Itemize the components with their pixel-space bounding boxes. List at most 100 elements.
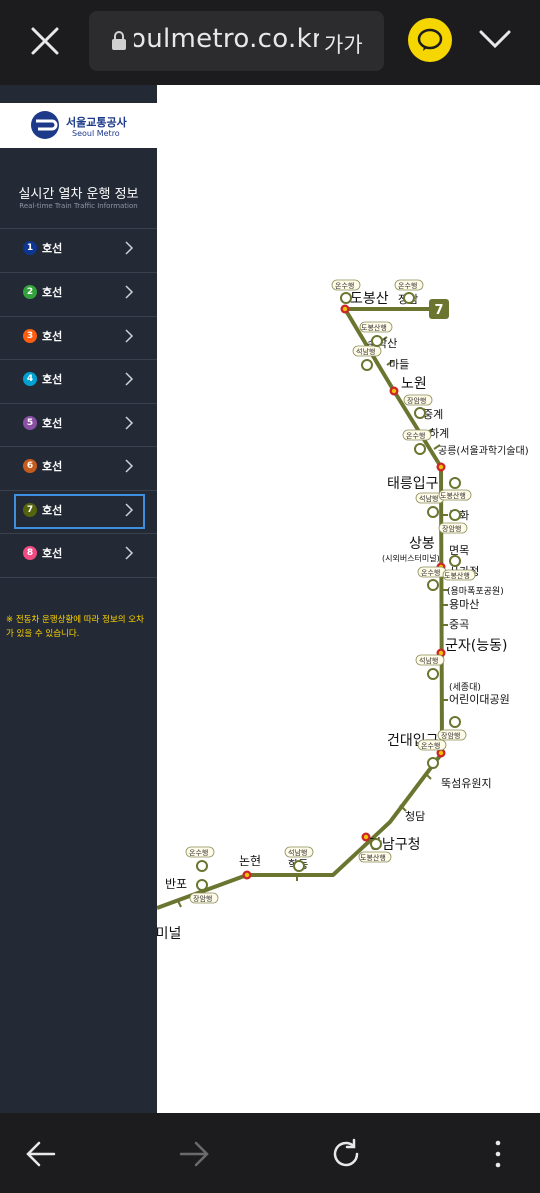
lock-icon (112, 31, 126, 50)
chevron-right-icon (125, 416, 134, 430)
station-labels: 도봉산 장암 수락산 마들 노원 중계 하계 공릉(서울과학기술대) 태릉입구 … (157, 291, 529, 942)
divider (0, 577, 157, 578)
chevron-down-icon[interactable] (478, 28, 512, 50)
station-express-terminal[interactable]: 고속터미널 (157, 926, 181, 942)
station-children-sub[interactable]: (세종대) (449, 682, 481, 693)
station-nonhyeon[interactable]: 논현 (239, 854, 261, 868)
tag-jangam: 장암행 (441, 731, 460, 740)
tag-onsu: 온수행 (421, 741, 440, 750)
sidebar-item-line-6[interactable]: 6 호선 (0, 447, 157, 490)
line-label: 호선 (42, 547, 63, 560)
sidebar-subtitle: Real-time Train Traffic Information (19, 202, 138, 210)
station-madeul[interactable]: 마들 (389, 358, 409, 371)
metro-emblem-icon (31, 111, 59, 139)
tag-onsu: 온수행 (335, 281, 354, 290)
sidebar-item-line-2[interactable]: 2 호선 (0, 273, 157, 316)
sidebar-item-line-4[interactable]: 4 호선 (0, 360, 157, 403)
chevron-right-icon (125, 241, 134, 255)
line-label: 호선 (42, 417, 63, 430)
chevron-right-icon (125, 329, 134, 343)
line-label: 호선 (42, 330, 63, 343)
chevron-right-icon (125, 285, 134, 299)
back-arrow-icon[interactable] (24, 1139, 58, 1169)
sidebar-item-line-8[interactable]: 8 호선 (0, 534, 157, 577)
line-label: 호선 (42, 286, 63, 299)
tag-dobongsan: 도봉산행 (360, 853, 386, 862)
station-sangbong[interactable]: 상봉 (409, 536, 435, 552)
station-junggye[interactable]: 중계 (423, 408, 443, 421)
station-sangbong-sub[interactable]: (시외버스터미널) (382, 553, 440, 563)
close-icon[interactable] (28, 24, 62, 58)
train-tag-labels: 온수행 온수행 도봉산행 석남행 장암행 온수행 석남행 도봉산행 장암행 온수… (189, 281, 470, 903)
logo-english: Seoul Metro (72, 129, 120, 138)
tag-onsu: 온수행 (398, 281, 417, 290)
line-number-badge: 3 (23, 329, 37, 343)
station-gongneung[interactable]: 공릉(서울과학기술대) (438, 445, 529, 457)
line-number-badge: 8 (23, 546, 37, 560)
train-tags (185, 279, 476, 904)
transfer-nonhyeon[interactable] (242, 870, 252, 880)
tag-jangam: 장암행 (407, 396, 426, 405)
transfer-nowon[interactable] (389, 386, 399, 396)
station-dobongsan[interactable]: 도봉산 (350, 291, 389, 307)
tag-dobongsan: 도봉산행 (440, 491, 466, 500)
url-clip: oulmetro.co.kr (134, 11, 319, 71)
line-label: 호선 (42, 504, 63, 517)
station-gunja[interactable]: 군자(능동) (445, 638, 507, 654)
chevron-right-icon (125, 503, 134, 517)
station-junggok[interactable]: 중곡 (449, 618, 469, 631)
line-number-badge: 4 (23, 372, 37, 386)
transfer-dobongsan[interactable] (340, 304, 350, 314)
tag-jangam: 장암행 (442, 524, 461, 533)
line-number-badge: 5 (23, 416, 37, 430)
address-bar[interactable]: oulmetro.co.kr 가가 (89, 11, 384, 71)
sidebar-title: 실시간 열차 운행 정보 (18, 187, 139, 202)
kakao-talk-icon[interactable] (408, 18, 452, 62)
station-nowon[interactable]: 노원 (401, 376, 427, 392)
forward-arrow-icon[interactable] (177, 1139, 211, 1169)
transfer-taereung[interactable] (436, 462, 446, 472)
tag-seoknam: 석남행 (356, 347, 375, 356)
line-number-badge: 1 (23, 241, 37, 255)
tag-jangam: 장암행 (193, 894, 212, 903)
tag-onsu: 온수행 (421, 568, 440, 577)
reload-icon[interactable] (329, 1137, 363, 1171)
station-ttukseom[interactable]: 뚝섬유원지 (441, 777, 492, 790)
sidebar-item-line-7[interactable]: 7 호선 (0, 491, 157, 534)
station-cheongdam[interactable]: 청담 (405, 810, 425, 823)
sidebar-item-line-1[interactable]: 1 호선 (0, 229, 157, 272)
chevron-right-icon (125, 459, 134, 473)
text-size-button[interactable]: 가가 (324, 29, 363, 59)
line-badge-label: 7 (434, 303, 443, 318)
line-number-badge: 6 (23, 459, 37, 473)
logo-korean: 서울교통공사 (66, 116, 127, 129)
sidebar-item-line-5[interactable]: 5 호선 (0, 404, 157, 447)
line-sidebar: 서울교통공사 Seoul Metro 실시간 열차 운행 정보 Real-tim… (0, 85, 157, 1113)
tag-seoknam: 석남행 (419, 656, 438, 665)
line-label: 호선 (42, 460, 63, 473)
route-path (157, 307, 444, 910)
seoul-metro-logo[interactable]: 서울교통공사 Seoul Metro (0, 103, 157, 148)
station-myeonmok[interactable]: 면목 (449, 544, 469, 557)
tag-seoknam: 석남행 (419, 494, 438, 503)
tag-seoknam: 석남행 (288, 848, 307, 857)
notice-text: ※ 전동차 운행상황에 따라 정보의 오차가 있을 수 있습니다. (6, 615, 144, 639)
url-text: oulmetro.co.kr (134, 24, 319, 54)
station-yongmasan[interactable]: 용마산 (449, 598, 479, 611)
station-hagye[interactable]: 하계 (429, 426, 449, 440)
line-number-badge: 2 (23, 285, 37, 299)
more-menu-icon[interactable] (490, 1139, 506, 1169)
station-taereung[interactable]: 태릉입구 (387, 476, 439, 492)
sidebar-item-line-3[interactable]: 3 호선 (0, 317, 157, 360)
line-label: 호선 (42, 242, 63, 255)
line-7-route-map[interactable]: 7 도봉산 장암 수락산 마들 노원 중계 하계 공릉(서울과학기술대) 태릉입… (157, 85, 540, 1113)
station-childrens-park[interactable]: 어린이대공원 (449, 693, 510, 706)
browser-bottom-bar (0, 1113, 540, 1193)
tag-onsu: 온수행 (406, 431, 425, 440)
station-yongma-sub[interactable]: (용마폭포공원) (447, 586, 504, 597)
station-banpo[interactable]: 반포 (165, 877, 187, 891)
tag-onsu: 온수행 (189, 848, 208, 857)
tag-dobongsan: 도봉산행 (444, 571, 470, 580)
chevron-right-icon (125, 372, 134, 386)
line-number-badge: 7 (23, 503, 37, 517)
